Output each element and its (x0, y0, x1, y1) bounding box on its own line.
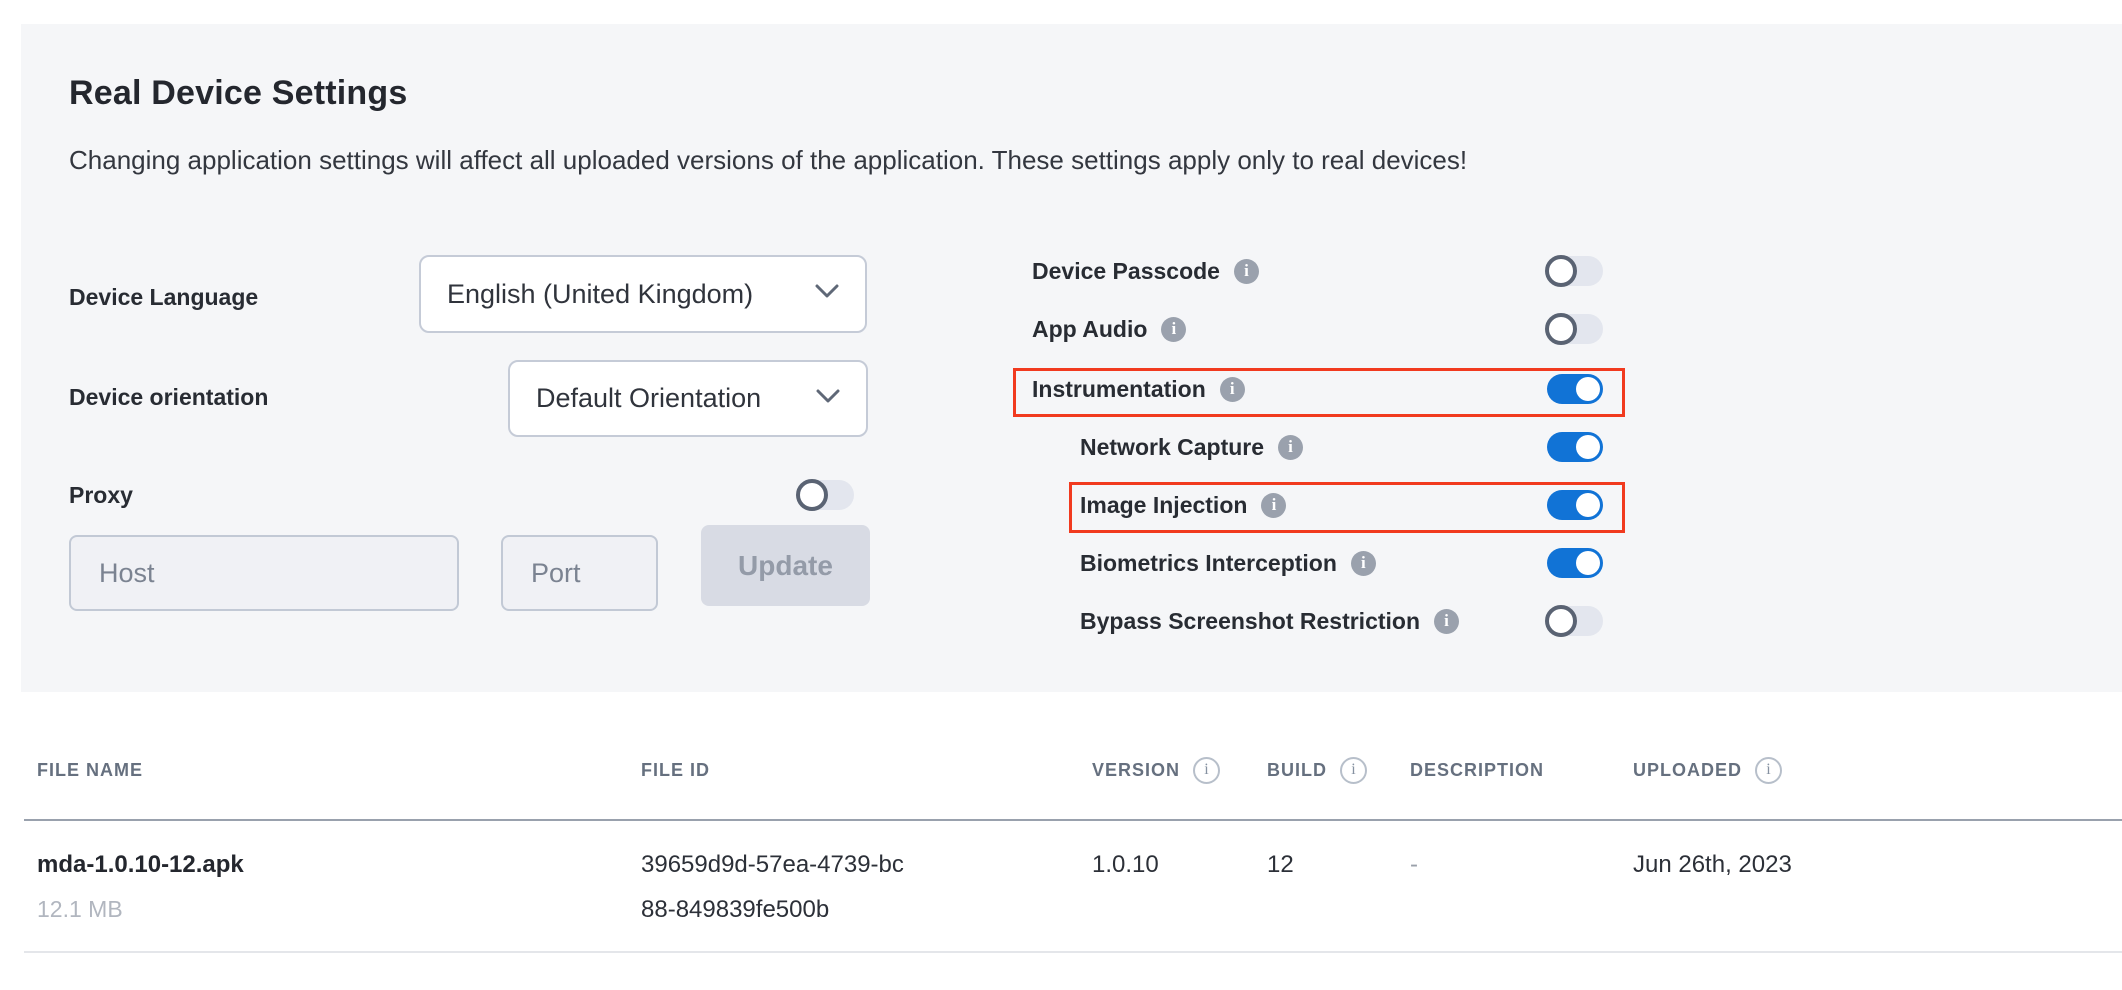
setting-row-app-audio: App Audio i (1032, 312, 1603, 346)
proxy-label: Proxy (69, 482, 133, 509)
settings-panel: Real Device Settings Changing applicatio… (21, 24, 2122, 692)
chevron-down-icon (797, 284, 839, 304)
device-language-value: English (United Kingdom) (447, 279, 753, 310)
device-orientation-value: Default Orientation (536, 383, 761, 414)
info-icon[interactable]: i (1278, 435, 1303, 460)
toggle-knob (1576, 551, 1600, 575)
info-icon[interactable]: i (1434, 609, 1459, 634)
header-label: DESCRIPTION (1410, 760, 1544, 781)
info-icon[interactable]: i (1340, 757, 1367, 784)
file-name-cell[interactable]: mda-1.0.10-12.apk (37, 851, 244, 879)
column-header-description[interactable]: DESCRIPTION (1410, 756, 1544, 784)
biometrics-interception-label: Biometrics Interception (1080, 550, 1337, 577)
header-label: FILE NAME (37, 760, 143, 781)
image-injection-toggle[interactable] (1547, 490, 1603, 520)
info-icon[interactable]: i (1220, 377, 1245, 402)
app-audio-toggle[interactable] (1547, 314, 1603, 344)
file-id-line2-cell: 88-849839fe500b (641, 896, 829, 924)
column-header-file-id[interactable]: FILE ID (641, 756, 710, 784)
device-passcode-toggle[interactable] (1547, 256, 1603, 286)
toggle-knob (1576, 493, 1600, 517)
toggle-knob (1576, 435, 1600, 459)
column-header-uploaded[interactable]: UPLOADED i (1633, 756, 1782, 784)
proxy-host-input[interactable] (69, 535, 459, 611)
network-capture-label: Network Capture (1080, 434, 1264, 461)
page-title: Real Device Settings (69, 74, 407, 113)
version-cell: 1.0.10 (1092, 851, 1159, 879)
real-device-settings-screen: Real Device Settings Changing applicatio… (0, 0, 2122, 990)
info-icon[interactable]: i (1261, 493, 1286, 518)
image-injection-label: Image Injection (1080, 492, 1247, 519)
info-icon[interactable]: i (1755, 757, 1782, 784)
proxy-update-button[interactable]: Update (701, 525, 870, 606)
info-icon[interactable]: i (1161, 317, 1186, 342)
chevron-down-icon (798, 389, 840, 409)
header-label: BUILD (1267, 760, 1327, 781)
device-passcode-label: Device Passcode (1032, 258, 1220, 285)
device-language-select[interactable]: English (United Kingdom) (419, 255, 867, 333)
instrumentation-label: Instrumentation (1032, 376, 1206, 403)
toggle-knob (1545, 605, 1577, 637)
setting-row-instrumentation: Instrumentation i (1032, 372, 1603, 406)
app-audio-label: App Audio (1032, 316, 1147, 343)
setting-row-device-passcode: Device Passcode i (1032, 254, 1603, 288)
bypass-screenshot-restriction-toggle[interactable] (1547, 606, 1603, 636)
network-capture-toggle[interactable] (1547, 432, 1603, 462)
column-header-build[interactable]: BUILD i (1267, 756, 1367, 784)
proxy-port-input[interactable] (501, 535, 658, 611)
info-icon[interactable]: i (1351, 551, 1376, 576)
toggle-knob (1545, 313, 1577, 345)
device-language-label: Device Language (69, 284, 258, 311)
setting-row-network-capture: Network Capture i (1080, 430, 1603, 464)
biometrics-interception-toggle[interactable] (1547, 548, 1603, 578)
toggle-knob (1545, 255, 1577, 287)
page-subtitle: Changing application settings will affec… (69, 145, 1467, 176)
file-size-cell: 12.1 MB (37, 896, 123, 923)
header-label: VERSION (1092, 760, 1180, 781)
device-orientation-select[interactable]: Default Orientation (508, 360, 868, 437)
setting-row-biometrics-interception: Biometrics Interception i (1080, 546, 1603, 580)
toggle-knob (796, 479, 828, 511)
device-orientation-label: Device orientation (69, 384, 268, 411)
table-header-divider (24, 819, 2122, 821)
proxy-toggle[interactable] (798, 480, 854, 510)
info-icon[interactable]: i (1234, 259, 1259, 284)
header-label: FILE ID (641, 760, 710, 781)
column-header-file-name[interactable]: FILE NAME (37, 756, 143, 784)
table-row-divider (24, 951, 2122, 953)
setting-row-bypass-screenshot-restriction: Bypass Screenshot Restriction i (1080, 604, 1603, 638)
setting-row-image-injection: Image Injection i (1080, 488, 1603, 522)
description-cell: - (1410, 851, 1418, 879)
build-cell: 12 (1267, 851, 1294, 879)
bypass-screenshot-restriction-label: Bypass Screenshot Restriction (1080, 608, 1420, 635)
toggle-knob (1576, 377, 1600, 401)
column-header-version[interactable]: VERSION i (1092, 756, 1220, 784)
info-icon[interactable]: i (1193, 757, 1220, 784)
instrumentation-toggle[interactable] (1547, 374, 1603, 404)
uploaded-cell: Jun 26th, 2023 (1633, 851, 1792, 879)
header-label: UPLOADED (1633, 760, 1742, 781)
file-id-line1-cell: 39659d9d-57ea-4739-bc (641, 851, 904, 879)
